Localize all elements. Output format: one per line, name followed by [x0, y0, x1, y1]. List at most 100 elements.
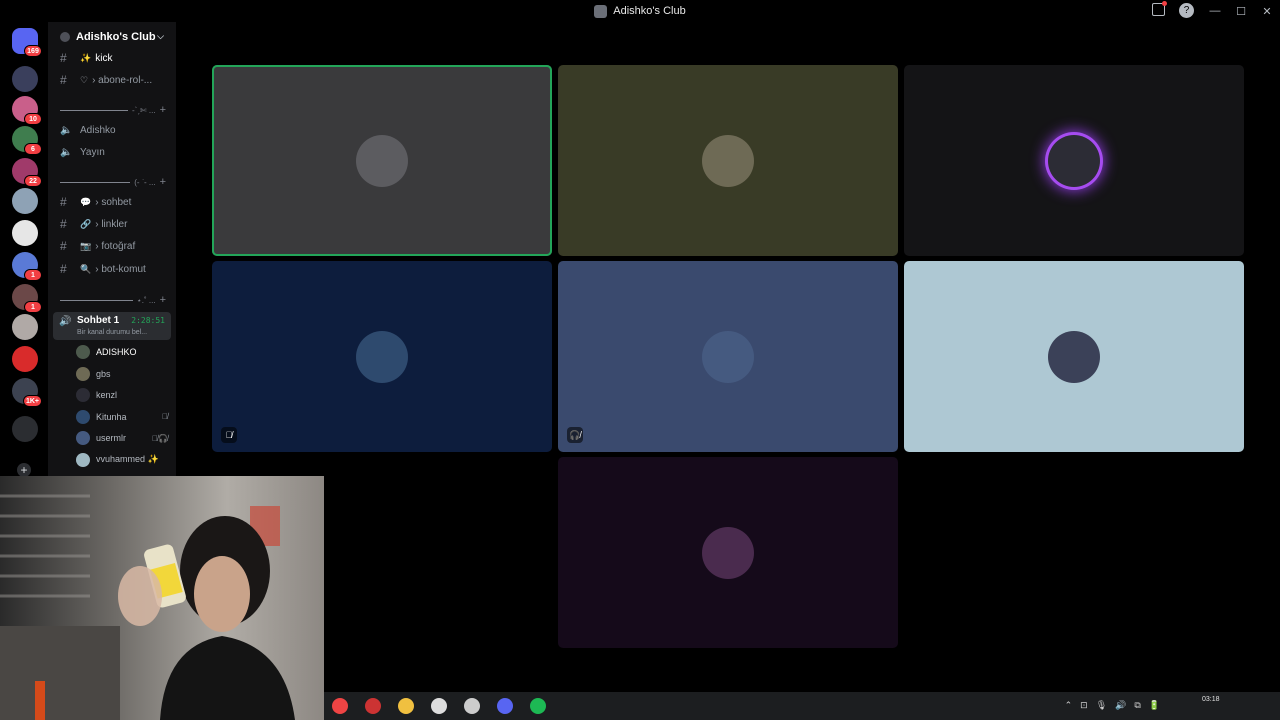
- category-label: ⋆.˚ ...: [136, 295, 156, 305]
- title-bar: Adishko's Club ? — ☐ ✕: [0, 0, 1280, 22]
- voice-user[interactable]: Kitunha 🎙̸: [76, 407, 168, 427]
- close-button[interactable]: ✕: [1254, 5, 1280, 18]
- channel-kick[interactable]: # ✨ kick: [56, 48, 172, 68]
- maximize-button[interactable]: ☐: [1228, 5, 1254, 18]
- participant-tile[interactable]: [558, 65, 898, 256]
- add-channel-icon[interactable]: +: [160, 104, 166, 116]
- channel-fotograf[interactable]: # 📷 › fotoğraf: [56, 236, 172, 256]
- category-3[interactable]: ⋆.˚ ... +: [60, 294, 166, 306]
- speaker-icon: 🔈: [60, 146, 73, 158]
- channel-label: › abone-rol-...: [92, 74, 153, 86]
- inbox-icon[interactable]: [1152, 1, 1167, 16]
- voice-timer: 2:28:51: [131, 316, 165, 325]
- avatar: [76, 388, 90, 402]
- boost-icon: [60, 32, 70, 42]
- avatar: [76, 452, 90, 467]
- channel-label: › linkler: [95, 218, 128, 230]
- server-icon-server-4[interactable]: 22: [12, 158, 42, 187]
- muted-indicator-icon: 🎙̸: [221, 427, 237, 443]
- add-server-icon[interactable]: +: [17, 463, 31, 477]
- voice-channel-adishko[interactable]: 🔈 Adishko: [56, 120, 172, 140]
- server-icon-server-2[interactable]: 10: [12, 96, 42, 125]
- tray-icon[interactable]: 🔋: [1149, 700, 1160, 711]
- server-icon-server-1[interactable]: [12, 66, 38, 92]
- server-icon-server-3[interactable]: 6: [12, 126, 42, 155]
- server-icon-direct-messages[interactable]: 169: [12, 28, 42, 57]
- voice-user[interactable]: gbs: [76, 364, 168, 384]
- voice-user[interactable]: ADISHKO: [76, 342, 168, 362]
- taskbar-app-icon[interactable]: [497, 698, 513, 714]
- channel-linkler[interactable]: # 🔗 › linkler: [56, 214, 172, 234]
- voice-channel-sohbet-1[interactable]: 🔊 Sohbet 1 2:28:51 Bir kanal durumu bel.…: [53, 312, 171, 340]
- server-name: Adishko's Club: [76, 31, 156, 43]
- taskbar-app-icon[interactable]: [332, 698, 348, 714]
- channel-label: › sohbet: [95, 196, 132, 208]
- voice-user[interactable]: vvuhammed ✨: [76, 450, 168, 470]
- server-icon-server-8[interactable]: 1: [12, 284, 42, 313]
- channel-sohbet[interactable]: # 💬 › sohbet: [56, 192, 172, 212]
- channel-label: kick: [95, 52, 113, 64]
- channel-bot-komut[interactable]: # 🔍 › bot-komut: [56, 259, 172, 279]
- hash-icon: #: [60, 73, 67, 87]
- hash-icon: #: [60, 195, 67, 209]
- taskbar-app-icon[interactable]: [365, 698, 381, 714]
- chevron-down-icon[interactable]: ⌵: [157, 31, 164, 42]
- notification-badge: 22: [24, 175, 42, 187]
- participant-avatar: [1048, 330, 1100, 383]
- participant-tile[interactable]: [904, 261, 1244, 452]
- tray-icon[interactable]: ⊡: [1080, 700, 1088, 711]
- notification-badge: 10: [24, 113, 42, 125]
- taskbar-app-icon[interactable]: [530, 698, 546, 714]
- tray-icon[interactable]: ⧉: [1134, 700, 1140, 711]
- channel-abone-rol[interactable]: # ♡ › abone-rol-...: [56, 70, 172, 90]
- voice-user[interactable]: usermlr 🎙̸🎧̸: [76, 428, 168, 448]
- tray-icon[interactable]: ⌃: [1065, 700, 1073, 711]
- avatar: [76, 431, 90, 445]
- category-2[interactable]: (- ͘ - ... +: [60, 176, 166, 188]
- channel-emoji: ♡: [80, 74, 89, 85]
- participant-tile[interactable]: [212, 65, 552, 256]
- voice-user-name: ADISHKO: [96, 347, 137, 357]
- channel-emoji: 🔍: [80, 263, 92, 274]
- server-icon-server-10[interactable]: [12, 346, 38, 372]
- add-channel-icon[interactable]: +: [160, 294, 166, 306]
- notification-badge: 169: [24, 45, 42, 57]
- voice-channel-yayin[interactable]: 🔈 Yayın: [56, 142, 172, 162]
- channel-label: Adishko: [80, 124, 116, 136]
- voice-user[interactable]: kenzl: [76, 385, 168, 405]
- participant-tile[interactable]: 🎙̸: [212, 261, 552, 452]
- help-icon[interactable]: ?: [1179, 3, 1194, 18]
- participant-avatar: [702, 526, 754, 579]
- muted-indicator-icon: 🎧̸: [567, 427, 583, 443]
- taskbar-app-icon[interactable]: [398, 698, 414, 714]
- participant-avatar: [702, 330, 754, 383]
- server-icon-server-7[interactable]: 1: [12, 252, 42, 281]
- speaker-icon: 🔈: [60, 124, 73, 136]
- notification-badge: 1: [24, 269, 42, 281]
- voice-user-name: usermlr: [96, 433, 127, 443]
- participant-tile[interactable]: [904, 65, 1244, 256]
- server-icon-server-12[interactable]: [12, 416, 38, 442]
- tray-icon[interactable]: 🎙: [1096, 700, 1107, 711]
- avatar: [76, 366, 90, 381]
- server-icon-server-9[interactable]: [12, 314, 38, 340]
- participant-tile[interactable]: 🎧̸: [558, 261, 898, 452]
- minimize-button[interactable]: —: [1202, 5, 1228, 17]
- participant-tile[interactable]: [558, 457, 898, 648]
- server-icon-server-11[interactable]: 1K+: [12, 378, 42, 407]
- voice-user-name: Kitunha: [96, 411, 127, 422]
- server-icon-server-6[interactable]: [12, 220, 38, 246]
- taskbar-app-icon[interactable]: [431, 698, 447, 714]
- channel-emoji: 📷: [80, 240, 92, 251]
- category-1[interactable]: -ˋˏ✄ ... +: [60, 104, 166, 116]
- add-channel-icon[interactable]: +: [160, 176, 166, 188]
- webcam-image: [0, 476, 324, 720]
- tray-icon[interactable]: 🔊: [1115, 700, 1126, 711]
- taskbar-app-icon[interactable]: [464, 698, 480, 714]
- server-icon-server-5[interactable]: [12, 188, 38, 214]
- participant-avatar: [356, 134, 408, 187]
- channel-sidebar: Adishko's Club ⌵ # ✨ kick # ♡ › abone-ro…: [48, 22, 176, 478]
- voice-channel-name: Sohbet 1: [77, 315, 120, 326]
- category-divider: [60, 109, 128, 111]
- channel-emoji: ✨: [80, 52, 92, 63]
